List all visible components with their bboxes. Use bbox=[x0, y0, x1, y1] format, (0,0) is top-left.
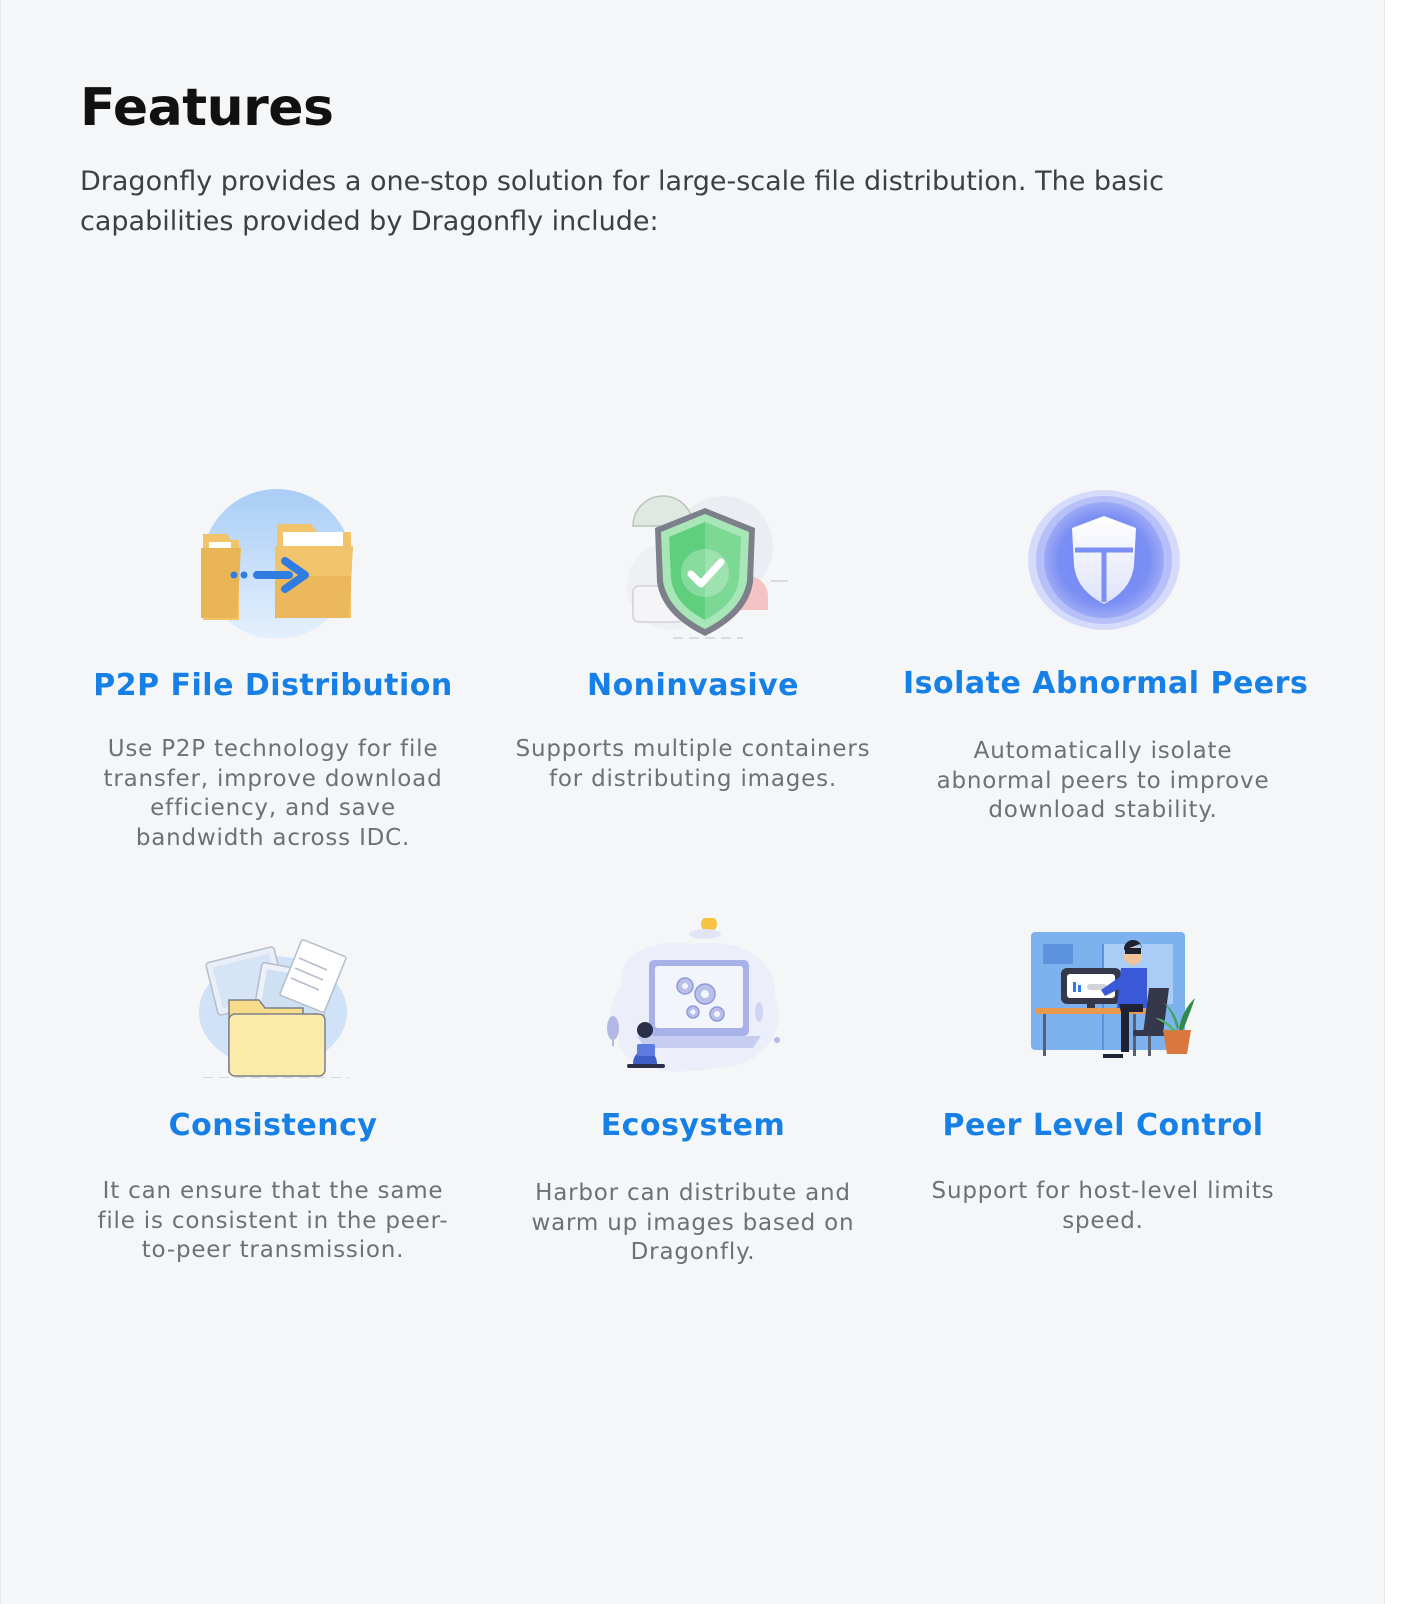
feature-card-peer-level-control: Peer Level Control Support for host-leve… bbox=[903, 918, 1303, 1236]
section-intro: Dragonfly provides a one-stop solution f… bbox=[80, 166, 1164, 237]
feature-title: Ecosystem bbox=[600, 1108, 786, 1143]
features-section: Features Dragonfly provides a one-stop s… bbox=[0, 0, 1385, 1604]
feature-title: Isolate Abnormal Peers bbox=[903, 666, 1309, 701]
section-title: Features bbox=[80, 78, 334, 138]
folder-transfer-icon bbox=[201, 489, 353, 639]
feature-card-noninvasive: Noninvasive Supports multiple containers… bbox=[493, 486, 893, 794]
isolation-shield-icon bbox=[1028, 490, 1180, 630]
laptop-gears-icon bbox=[607, 918, 780, 1072]
feature-title: Noninvasive bbox=[586, 668, 800, 703]
folder-documents-icon bbox=[199, 939, 349, 1078]
feature-card-consistency: Consistency It can ensure that the same … bbox=[73, 918, 473, 1266]
feature-description: Use P2P technology for file transfer, im… bbox=[103, 736, 443, 851]
feature-description: Automatically isolate abnormal peers to … bbox=[936, 738, 1270, 823]
feature-description: Supports multiple containers for distrib… bbox=[515, 736, 871, 792]
feature-card-ecosystem: Ecosystem Harbor can distribute and warm… bbox=[493, 918, 893, 1268]
feature-description: Harbor can distribute and warm up images… bbox=[531, 1180, 855, 1265]
shield-check-icon bbox=[627, 495, 788, 639]
feature-title: Peer Level Control bbox=[942, 1108, 1264, 1143]
feature-title: P2P File Distribution bbox=[93, 668, 453, 703]
feature-card-isolate-abnormal-peers: Isolate Abnormal Peers Automatically iso… bbox=[903, 486, 1309, 826]
feature-description: It can ensure that the same file is cons… bbox=[97, 1178, 449, 1263]
feature-description: Support for host-level limits speed. bbox=[931, 1178, 1275, 1234]
person-at-desk-icon bbox=[1031, 932, 1195, 1058]
feature-title: Consistency bbox=[168, 1108, 378, 1143]
feature-card-p2p-file-distribution: P2P File Distribution Use P2P technology… bbox=[73, 486, 473, 853]
